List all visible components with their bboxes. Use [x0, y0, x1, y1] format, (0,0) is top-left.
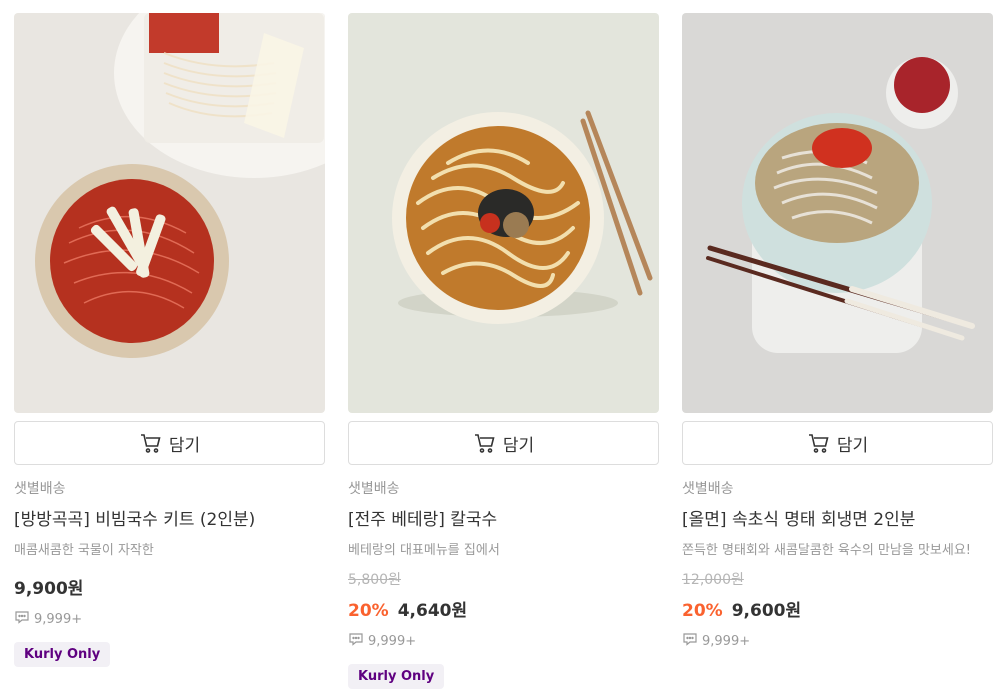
delivery-type: 샛별배송: [682, 481, 734, 497]
cart-icon: [473, 431, 497, 455]
add-to-cart-button[interactable]: 담기: [682, 421, 993, 465]
add-to-cart-label: 담기: [168, 435, 201, 456]
product-image[interactable]: [14, 13, 325, 413]
add-to-cart-label: 담기: [836, 435, 869, 456]
product-card-kalguksu[interactable]: 담기 샛별배송 [전주 베테랑] 칼국수 베테랑의 대표메뉴를 집에서 5,80…: [348, 13, 659, 689]
speech-bubble-icon: [682, 631, 698, 651]
product-name[interactable]: [전주 베테랑] 칼국수: [348, 508, 659, 532]
sale-price: 4,640원: [397, 601, 468, 621]
speech-bubble-icon: [14, 609, 30, 629]
review-count: 9,999+: [348, 631, 659, 651]
review-count-value: 9,999+: [34, 611, 83, 627]
delivery-type: 샛별배송: [14, 481, 66, 497]
price-row: 20% 9,600원: [682, 596, 993, 621]
sale-price: 9,900원: [14, 579, 84, 599]
product-image[interactable]: [682, 13, 993, 413]
product-image[interactable]: [348, 13, 659, 413]
review-count-value: 9,999+: [702, 633, 751, 649]
price-row: 9,900원: [14, 574, 325, 599]
discount-rate: 20%: [682, 601, 723, 621]
product-description: 매콤새콤한 국물이 자작한: [14, 543, 154, 558]
product-card-bibim-guksu[interactable]: 담기 샛별배송 [방방곡곡] 비빔국수 키트 (2인분) 매콤새콤한 국물이 자…: [14, 13, 325, 667]
product-card-naengmyeon[interactable]: 담기 샛별배송 [올면] 속초식 명태 회냉면 2인분 쫀득한 명태회와 새콤달…: [682, 13, 993, 651]
kurly-only-badge: Kurly Only: [348, 664, 445, 689]
delivery-type: 샛별배송: [348, 481, 400, 497]
cart-icon: [139, 431, 163, 455]
add-to-cart-button[interactable]: 담기: [348, 421, 659, 465]
review-count: 9,999+: [682, 631, 993, 651]
sale-price: 9,600원: [731, 601, 802, 621]
discount-rate: 20%: [348, 601, 389, 621]
review-count-value: 9,999+: [368, 633, 417, 649]
product-description: 베테랑의 대표메뉴를 집에서: [348, 543, 500, 558]
review-count: 9,999+: [14, 609, 325, 629]
add-to-cart-button[interactable]: 담기: [14, 421, 325, 465]
speech-bubble-icon: [348, 631, 364, 651]
price-row: 20% 4,640원: [348, 596, 659, 621]
product-name[interactable]: [방방곡곡] 비빔국수 키트 (2인분): [14, 508, 325, 532]
product-name[interactable]: [올면] 속초식 명태 회냉면 2인분: [682, 508, 993, 532]
add-to-cart-label: 담기: [502, 435, 535, 456]
original-price: 5,800원: [348, 572, 401, 588]
original-price: 12,000원: [682, 572, 744, 588]
cart-icon: [807, 431, 831, 455]
product-description: 쫀득한 명태회와 새콤달콤한 육수의 만남을 맛보세요!: [682, 543, 971, 558]
kurly-only-badge: Kurly Only: [14, 642, 111, 667]
